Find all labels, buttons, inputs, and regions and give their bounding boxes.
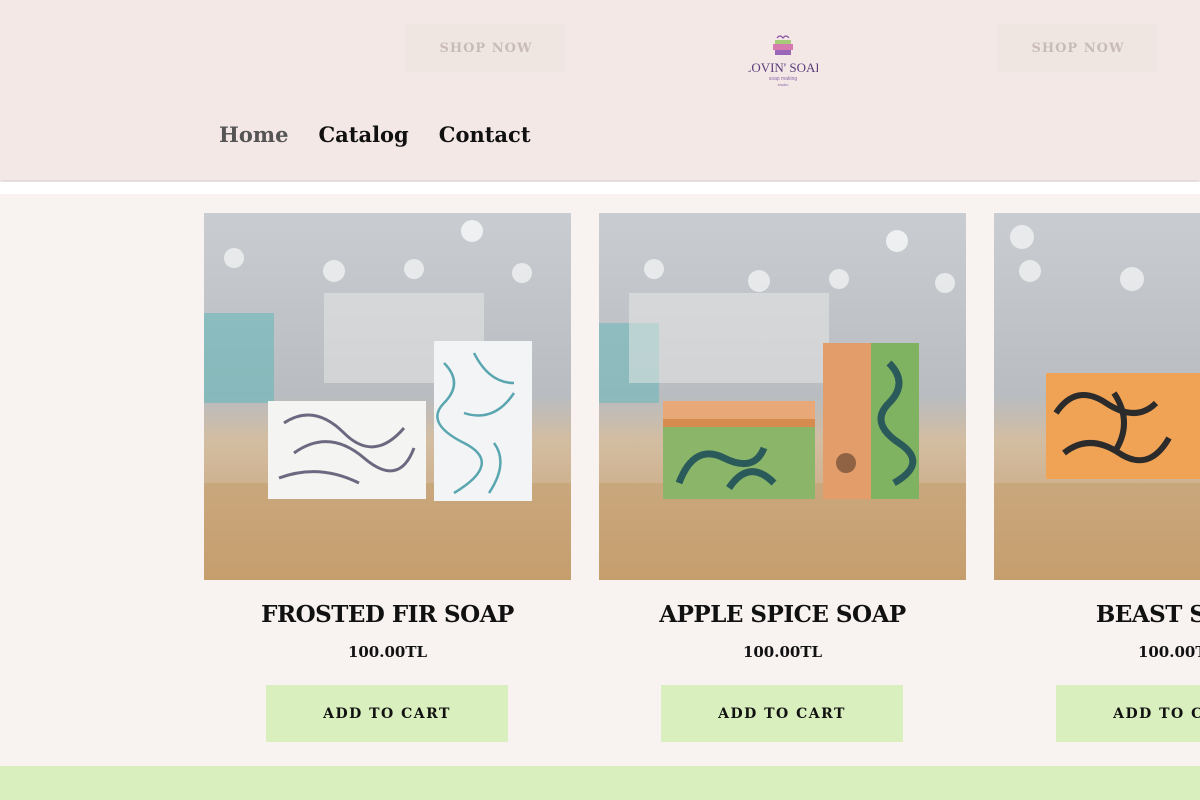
product-price: 100.00TL bbox=[1137, 643, 1200, 661]
product-price: 100.00TL bbox=[347, 643, 428, 661]
lovin-soap-logo[interactable]: LOVIN' SOAP soap making studio bbox=[743, 34, 823, 90]
product-card: APPLE SPICE SOAP 100.00TL ADD TO CART bbox=[599, 213, 966, 743]
header-divider bbox=[0, 182, 1200, 194]
nav-item-contact[interactable]: Contact bbox=[439, 122, 531, 147]
product-title[interactable]: FROSTED FIR SOAP bbox=[204, 601, 571, 628]
site-header: SHOP NOW LOVIN' SOAP soap making studio … bbox=[0, 0, 1200, 180]
add-to-cart-button[interactable]: ADD TO CART bbox=[661, 685, 903, 742]
shop-now-button-right[interactable]: SHOP NOW bbox=[998, 24, 1158, 72]
shop-now-button-left[interactable]: SHOP NOW bbox=[406, 24, 566, 72]
product-image-apple-spice[interactable] bbox=[599, 213, 966, 580]
product-card: BEAST SOAP 100.00TL ADD TO CART bbox=[994, 213, 1200, 743]
add-to-cart-button[interactable]: ADD TO CART bbox=[266, 685, 508, 742]
product-card: FROSTED FIR SOAP 100.00TL ADD TO CART bbox=[204, 213, 571, 743]
product-image-frosted-fir[interactable] bbox=[204, 213, 571, 580]
logo-tagline-2: studio bbox=[778, 82, 789, 87]
nav-item-catalog[interactable]: Catalog bbox=[318, 122, 408, 147]
footer-band bbox=[0, 766, 1200, 800]
logo-wordmark: LOVIN' SOAP bbox=[748, 60, 818, 75]
logo-graphic: LOVIN' SOAP soap making studio bbox=[743, 35, 823, 87]
add-to-cart-button[interactable]: ADD TO CART bbox=[1056, 685, 1200, 742]
product-image-beast[interactable] bbox=[994, 213, 1200, 580]
product-price: 100.00TL bbox=[742, 643, 823, 661]
main-nav: Home Catalog Contact bbox=[219, 122, 531, 147]
product-title[interactable]: APPLE SPICE SOAP bbox=[599, 601, 966, 628]
nav-item-home[interactable]: Home bbox=[219, 122, 288, 147]
product-title[interactable]: BEAST SOAP bbox=[994, 601, 1200, 628]
